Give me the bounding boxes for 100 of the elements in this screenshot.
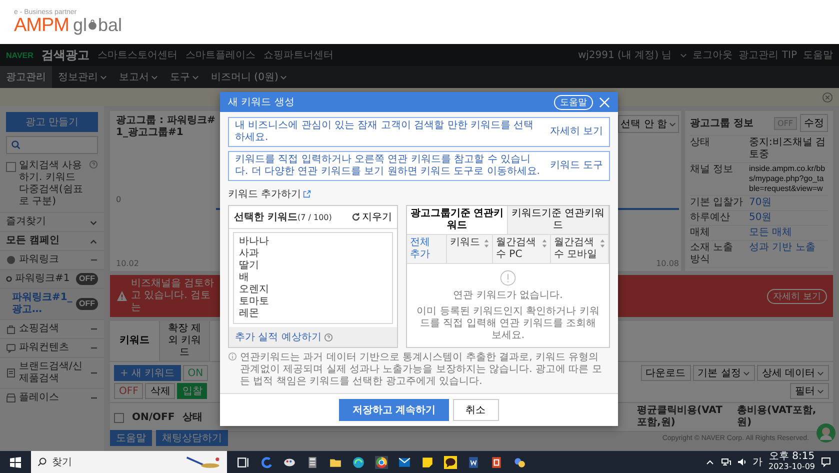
column-header[interactable]: 키워드: [450, 237, 480, 249]
swirl-icon[interactable]: [260, 456, 273, 468]
edit-button[interactable]: 수정: [800, 114, 828, 132]
checkbox[interactable]: [6, 162, 16, 172]
menu-item[interactable]: 광고관리: [0, 66, 52, 88]
cancel-button[interactable]: 취소: [452, 399, 499, 421]
field-value: 중지:비즈채널 검토중: [749, 137, 827, 161]
sticky-note-icon[interactable]: [421, 456, 434, 468]
paintbrush-drawing: [185, 455, 221, 469]
caret-down-icon: [669, 120, 676, 128]
field-label: 매체: [690, 227, 711, 239]
menu-item[interactable]: 비즈머니 (0원): [205, 66, 294, 88]
info-text: 내 비즈니스에 관심이 있는 잠재 고객이 검색할 만한 키워드를 선택하세요.: [235, 120, 535, 144]
field-link[interactable]: 50원: [749, 212, 772, 224]
menu-item[interactable]: 도구: [164, 66, 205, 88]
clear-button[interactable]: 지우기: [351, 210, 392, 224]
info-link[interactable]: 자세히 보기: [550, 126, 603, 138]
forecast-link[interactable]: 추가 실적 예상하기: [235, 330, 322, 344]
toolbar-button[interactable]: 상세 데이터: [756, 365, 829, 381]
footer-button[interactable]: 채팅상담하기: [156, 430, 228, 446]
delete-button[interactable]: 삭제: [145, 383, 176, 399]
header-link[interactable]: 도움말: [803, 48, 833, 62]
on-button[interactable]: ON: [182, 365, 208, 381]
column-header[interactable]: 월간검색수 PC: [496, 237, 540, 261]
metric-dropdown[interactable]: 선택 안 함: [618, 115, 679, 133]
brand-mark[interactable]: NAVER: [6, 50, 34, 60]
off-button[interactable]: OFF: [114, 383, 144, 399]
column-header[interactable]: 평균클릭비용(VAT포함,원): [637, 405, 729, 429]
tree-item[interactable]: 파워링크#1 OFF: [0, 269, 104, 288]
save-button[interactable]: 저장하고 계속하기: [339, 399, 449, 421]
slides-icon[interactable]: [490, 456, 503, 468]
ad-group-title: 광고그룹 : 파워링크#1_광고그룹#1: [116, 115, 216, 139]
document-icon[interactable]: [467, 456, 480, 468]
column-header[interactable]: ON/OFF: [132, 412, 175, 422]
column-header[interactable]: 총비용(VAT포함,원): [737, 405, 829, 429]
network-icon[interactable]: [720, 457, 730, 467]
menu-item[interactable]: 보고서: [113, 66, 164, 88]
info-link[interactable]: 키워드 도구: [550, 160, 603, 172]
sort-icon[interactable]: [542, 239, 547, 248]
input-method-indicator[interactable]: 가: [752, 455, 762, 469]
axis-label: 10.02: [116, 259, 140, 268]
axis-label: 0: [116, 194, 122, 204]
clock[interactable]: 오후 8:15 2023-10-09: [768, 452, 815, 472]
taskbar-search-field[interactable]: 찾기: [31, 451, 227, 473]
field-value: inside.ampm.co.kr/bbs/mypage.php?go_table=request&view=w: [749, 164, 826, 194]
tab[interactable]: 확장 제외 키워드: [160, 321, 210, 361]
external-link-icon[interactable]: [303, 190, 312, 198]
column-header[interactable]: 상태: [182, 410, 203, 424]
search-field[interactable]: [6, 136, 98, 154]
service-link[interactable]: 쇼핑파트너센터: [263, 48, 334, 62]
speaker-icon[interactable]: [736, 457, 746, 467]
section-label: 키워드 추가하기: [228, 188, 302, 201]
circles-icon[interactable]: [513, 456, 526, 468]
warning-icon: [116, 290, 128, 302]
close-icon[interactable]: [822, 92, 833, 102]
header-link[interactable]: 광고관리 TIP: [738, 48, 797, 62]
windows-logo-icon[interactable]: [10, 456, 21, 468]
calculator-icon[interactable]: [306, 456, 319, 468]
info-text: 키워드를 직접 입력하거나 오른쪽 연관 키워드를 참고할 수 있습니다. 더 다양한 연관 키워드를 보기 원하면 키워드 도구로 이동하세요.: [235, 154, 541, 178]
account-menu[interactable]: wj2991 (내 계정) 님: [578, 48, 672, 62]
menu-item[interactable]: 정보관리: [52, 66, 113, 88]
help-button[interactable]: 도움말: [554, 94, 593, 110]
new-keyword-button[interactable]: + 새 키워드: [114, 365, 181, 381]
status-badge: OFF: [76, 298, 98, 310]
service-link[interactable]: 스마트스토어센터: [97, 48, 178, 62]
caret-down-icon[interactable]: [680, 52, 687, 58]
tab[interactable]: 광고그룹기준 연관키워드: [407, 206, 508, 234]
field-label: 상태: [690, 137, 711, 150]
header-link[interactable]: 로그아웃: [692, 48, 733, 62]
create-ad-button[interactable]: 광고 만들기: [6, 112, 98, 132]
sort-icon[interactable]: [484, 239, 489, 248]
service-link[interactable]: 스마트플레이스: [185, 48, 256, 62]
keyword-input[interactable]: 바나나 사과 딸기 배 오렌지 토마토 레몬: [233, 232, 393, 324]
details-button[interactable]: 자세히 보기: [767, 288, 827, 304]
disclaimer-text: 연관키워드는 과거 데이터 기반으로 통계시스템이 추출한 결과로, 키워드 유형의 관계없이 제공되며 실제 성과나 노출가능을 보장하지는 않습니다. 광고에 따른 모든 법적 책임은 키워드를 선택한 광고주에게 있습니다.: [240, 352, 603, 388]
dialog-title: 새 키워드 생성: [228, 96, 294, 109]
toolbar-button[interactable]: 기본 설정: [692, 365, 755, 381]
footer-button[interactable]: 도움말: [110, 430, 152, 446]
axis-label: 10.08: [656, 259, 679, 268]
bid-button[interactable]: 입찰: [177, 383, 208, 399]
ring-icon[interactable]: [375, 456, 388, 468]
field-link[interactable]: 성과 기반 노출: [749, 242, 816, 266]
column-header[interactable]: 월간검색수 모바일: [554, 237, 598, 261]
field-link[interactable]: 70원: [749, 197, 772, 209]
mail-icon[interactable]: [398, 456, 411, 468]
help-icon[interactable]: [324, 332, 334, 342]
service-title[interactable]: 검색광고: [41, 46, 90, 64]
toolbar-button[interactable]: 다운로드: [640, 365, 691, 381]
sort-icon[interactable]: [600, 239, 605, 248]
paint-palette-icon[interactable]: [283, 456, 296, 468]
notification-icon[interactable]: [821, 457, 831, 467]
task-view-icon[interactable]: [237, 456, 250, 468]
info-icon: [228, 352, 237, 361]
chat-bubble-icon[interactable]: [444, 456, 457, 468]
alert-message: 비즈채널을 검토하고 있습니다. 검토는: [131, 278, 216, 314]
checkbox[interactable]: [114, 413, 124, 423]
panel-title: 광고그룹 정보: [690, 117, 754, 130]
add-all-link[interactable]: 전체 추가: [410, 237, 443, 261]
toolbar-button[interactable]: 필터: [790, 383, 829, 399]
field-link[interactable]: 모든 매체: [749, 227, 792, 239]
